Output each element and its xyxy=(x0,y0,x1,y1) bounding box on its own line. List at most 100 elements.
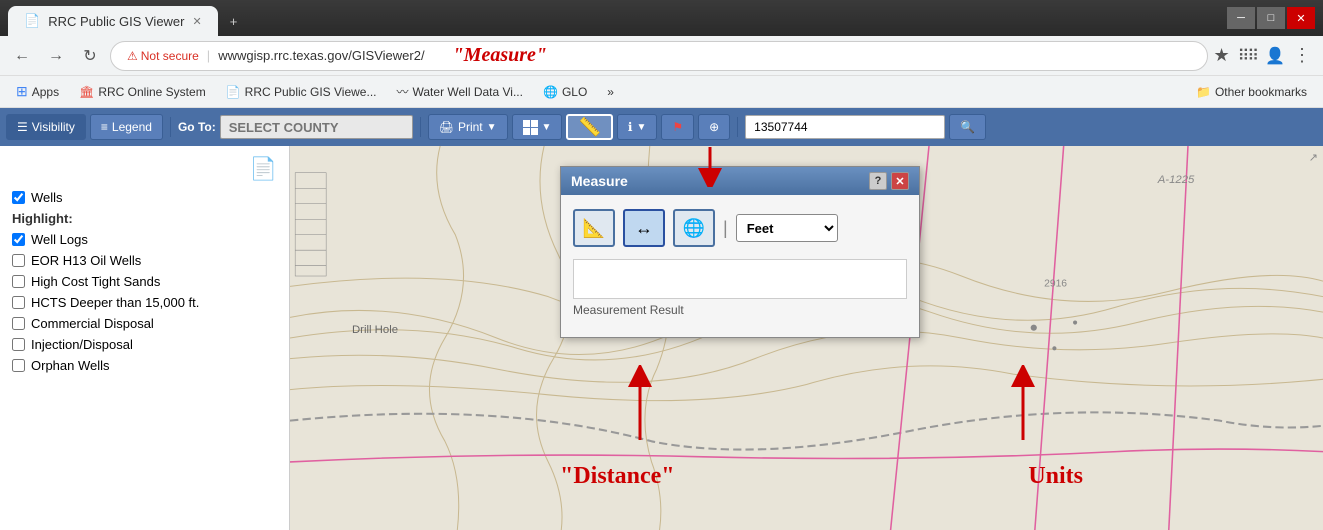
separator-2 xyxy=(420,117,421,137)
svg-text:A-1225: A-1225 xyxy=(1157,174,1195,186)
search-input[interactable] xyxy=(745,115,945,139)
well-logs-checkbox[interactable] xyxy=(12,233,25,246)
hcts-label: HCTS Deeper than 15,000 ft. xyxy=(31,295,199,310)
bookmark-glo[interactable]: 🌐 GLO xyxy=(535,82,595,102)
list-item: HCTS Deeper than 15,000 ft. xyxy=(12,295,277,310)
bookmark-rrc-online[interactable]: 🏛 RRC Online System xyxy=(71,82,214,102)
info-button[interactable]: ℹ ▼ xyxy=(617,114,657,140)
hcts-checkbox[interactable] xyxy=(12,296,25,309)
list-item: Well Logs xyxy=(12,232,277,247)
svg-text:Drill Hole: Drill Hole xyxy=(352,324,398,336)
separator-1 xyxy=(170,117,171,137)
list-item: Commercial Disposal xyxy=(12,316,277,331)
bookmarks-bar: ⊞ Apps 🏛 RRC Online System 📄 RRC Public … xyxy=(0,76,1323,108)
print-label: Print xyxy=(458,120,483,134)
flag-icon: ⚑ xyxy=(672,120,683,134)
extensions-icon[interactable]: ⠿⠿ xyxy=(1238,46,1257,66)
pdf-export-area: 📄 xyxy=(12,156,277,182)
tab-close-icon[interactable]: ✕ xyxy=(193,15,202,28)
legend-button[interactable]: ≡ Legend xyxy=(90,114,163,140)
water-well-icon: 〰 xyxy=(396,83,408,100)
svg-text:2916: 2916 xyxy=(1044,278,1067,289)
go-to-label: Go To: xyxy=(178,120,216,134)
measure-area-button[interactable]: 📐 xyxy=(573,209,615,247)
search-button[interactable]: 🔍 xyxy=(949,114,986,140)
bookmark-water-well[interactable]: 〰 Water Well Data Vi... xyxy=(388,80,531,103)
glo-icon: 🌐 xyxy=(543,85,558,99)
measure-area-icon: 📐 xyxy=(583,218,605,239)
print-icon: 🖨 xyxy=(439,120,454,134)
visibility-label: Visibility xyxy=(32,120,75,134)
flag-button[interactable]: ⚑ xyxy=(661,114,694,140)
orphan-label: Orphan Wells xyxy=(31,358,110,373)
bookmark-star-icon[interactable]: ★ xyxy=(1214,45,1230,66)
pdf-icon[interactable]: 📄 xyxy=(250,156,277,182)
measure-annotation-header: "Measure" xyxy=(453,44,547,67)
orphan-checkbox[interactable] xyxy=(12,359,25,372)
measure-distance-button[interactable]: ↔ xyxy=(623,209,665,247)
visibility-icon: ☰ xyxy=(17,120,28,134)
grid-dropdown-icon: ▼ xyxy=(542,122,552,133)
eor-h13-label: EOR H13 Oil Wells xyxy=(31,253,141,268)
measure-result-label: Measurement Result xyxy=(573,303,907,317)
map-corner-label: ↗ xyxy=(1309,151,1318,164)
profile-icon[interactable]: 👤 xyxy=(1265,46,1285,66)
back-button[interactable]: ← xyxy=(8,42,36,70)
menu-icon[interactable]: ⋮ xyxy=(1293,45,1311,66)
visibility-button[interactable]: ☰ Visibility xyxy=(6,114,86,140)
other-bookmarks[interactable]: 📁 Other bookmarks xyxy=(1188,82,1315,102)
new-tab-button[interactable]: + xyxy=(218,6,250,36)
print-button[interactable]: 🖨 Print ▼ xyxy=(428,114,508,140)
measure-dialog: Measure ? ✕ 📐 ↔ 🌐 | xyxy=(560,166,920,338)
high-cost-label: High Cost Tight Sands xyxy=(31,274,160,289)
bookmarks-more[interactable]: » xyxy=(599,82,622,102)
list-item: Injection/Disposal xyxy=(12,337,277,352)
injection-checkbox[interactable] xyxy=(12,338,25,351)
measure-dialog-header: Measure ? ✕ xyxy=(561,167,919,195)
select-county-input[interactable] xyxy=(220,115,413,139)
crosshair-icon: ⊕ xyxy=(709,120,719,134)
bookmark-apps[interactable]: ⊞ Apps xyxy=(8,80,67,103)
not-secure-text: Not secure xyxy=(141,49,199,63)
window-controls: ─ □ ✕ xyxy=(1227,7,1315,29)
grid-button[interactable]: ▼ xyxy=(512,114,563,140)
minimize-button[interactable]: ─ xyxy=(1227,7,1255,29)
main-toolbar: ☰ Visibility ≡ Legend Go To: 🖨 Print ▼ ▼… xyxy=(0,108,1323,146)
high-cost-checkbox[interactable] xyxy=(12,275,25,288)
not-secure-indicator: ⚠ Not secure xyxy=(127,49,199,63)
url-text: wwwgisp.rrc.texas.gov/GISViewer2/ xyxy=(218,48,424,63)
measure-tools-row: 📐 ↔ 🌐 | Feet Meters Miles Kilometers xyxy=(573,209,907,247)
forward-button[interactable]: → xyxy=(42,42,70,70)
map-area[interactable]: Drill Hole A-1225 2916 299 Measure ? ✕ xyxy=(290,146,1323,530)
address-input-container[interactable]: ⚠ Not secure | wwwgisp.rrc.texas.gov/GIS… xyxy=(110,41,1208,71)
legend-icon: ≡ xyxy=(101,120,108,134)
crosshair-button[interactable]: ⊕ xyxy=(698,114,730,140)
eor-h13-checkbox[interactable] xyxy=(12,254,25,267)
address-bar-row: ← → ↻ ⚠ Not secure | wwwgisp.rrc.texas.g… xyxy=(0,36,1323,76)
active-tab[interactable]: 📄 RRC Public GIS Viewer ✕ xyxy=(8,6,218,36)
bookmark-rrc-gis[interactable]: 📄 RRC Public GIS Viewe... xyxy=(218,82,385,102)
legend-label: Legend xyxy=(112,120,152,134)
measure-dialog-title: Measure xyxy=(571,173,628,189)
dialog-help-button[interactable]: ? xyxy=(869,172,887,190)
info-icon: ℹ xyxy=(628,120,633,134)
measure-toolbar-icon: 📏 xyxy=(578,117,600,138)
measure-units-select[interactable]: Feet Meters Miles Kilometers xyxy=(736,214,838,242)
list-item: EOR H13 Oil Wells xyxy=(12,253,277,268)
measure-tool-button[interactable]: 📏 xyxy=(566,114,612,140)
list-item: High Cost Tight Sands xyxy=(12,274,277,289)
refresh-button[interactable]: ↻ xyxy=(76,42,104,70)
wells-checkbox[interactable] xyxy=(12,191,25,204)
wells-label: Wells xyxy=(31,190,63,205)
apps-grid-icon: ⊞ xyxy=(16,83,28,100)
maximize-button[interactable]: □ xyxy=(1257,7,1285,29)
rrc-gis-icon: 📄 xyxy=(226,85,241,99)
measure-location-button[interactable]: 🌐 xyxy=(673,209,715,247)
close-button[interactable]: ✕ xyxy=(1287,7,1315,29)
measure-location-icon: 🌐 xyxy=(683,218,705,239)
tab-bar: 📄 RRC Public GIS Viewer ✕ + xyxy=(8,0,1223,36)
commercial-checkbox[interactable] xyxy=(12,317,25,330)
measure-distance-icon: ↔ xyxy=(635,218,653,239)
print-dropdown-icon: ▼ xyxy=(487,122,497,133)
dialog-close-button[interactable]: ✕ xyxy=(891,172,909,190)
